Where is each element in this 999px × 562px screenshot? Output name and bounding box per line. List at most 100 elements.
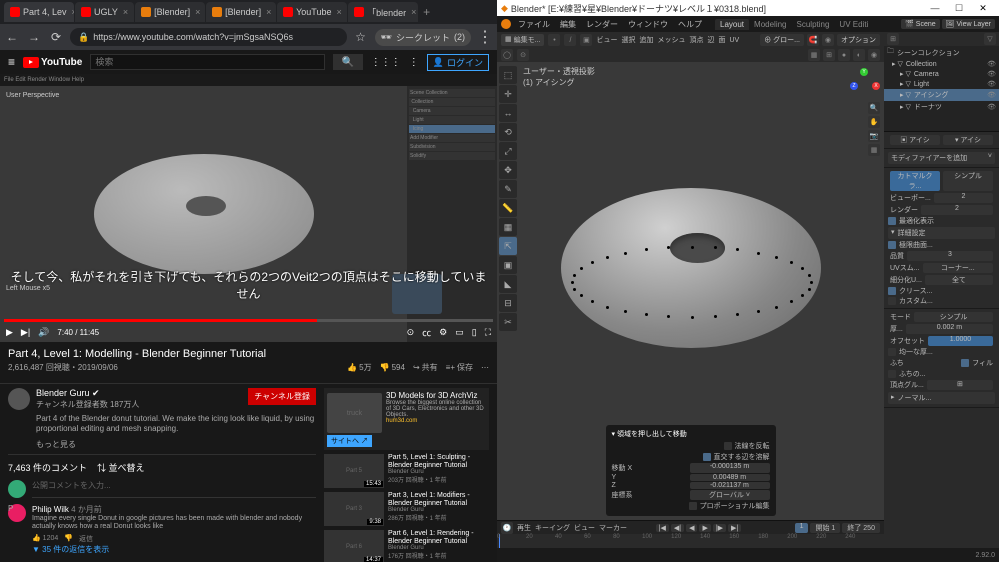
mesh-menu[interactable]: メッシュ: [657, 35, 685, 45]
maximize-button[interactable]: ☐: [947, 3, 971, 14]
search-button[interactable]: 🔍: [333, 54, 363, 70]
x-axis[interactable]: X: [872, 82, 880, 90]
view-menu[interactable]: ビュー: [596, 35, 617, 45]
reload-button[interactable]: ⟳: [48, 30, 64, 44]
outliner-icon[interactable]: ⊞: [887, 33, 899, 45]
menu-button[interactable]: ⋮: [477, 27, 493, 47]
close-icon[interactable]: ×: [72, 7, 74, 17]
transform-tool[interactable]: ✥: [499, 161, 517, 179]
advanced-disclosure[interactable]: ▾ 詳細設定: [888, 227, 995, 239]
zoom-icon[interactable]: 🔍: [868, 102, 880, 114]
viewport-levels[interactable]: 2: [934, 193, 993, 203]
breadcrumb[interactable]: ▣ アイシ: [890, 135, 940, 145]
play-button[interactable]: ▶: [6, 327, 13, 338]
visibility-icon[interactable]: 👁: [987, 103, 996, 111]
edge-select-icon[interactable]: /: [564, 34, 576, 46]
browser-tab[interactable]: YouTube×: [277, 2, 347, 22]
jump-start-icon[interactable]: |◀: [656, 524, 669, 532]
panel-title[interactable]: ▾ 領域を押し出して移動: [612, 429, 770, 439]
jump-end-icon[interactable]: ▶|: [728, 524, 741, 532]
close-icon[interactable]: ×: [195, 7, 200, 17]
quality-value[interactable]: 3: [907, 251, 993, 261]
operator-panel[interactable]: ▾ 領域を押し出して移動 法線を反転 直交する辺を溶解 移動 X-0.00013…: [606, 425, 776, 516]
solidify-mode[interactable]: シンプル: [914, 312, 993, 322]
theater-button[interactable]: ▯: [472, 327, 477, 338]
solid-shading-icon[interactable]: ●: [838, 49, 850, 61]
start-frame[interactable]: 開始 1: [810, 523, 840, 533]
comment-input[interactable]: 公開コメントを入力...: [32, 480, 316, 498]
workspace-tab[interactable]: Sculpting: [792, 19, 835, 30]
visibility-icon[interactable]: 👁: [987, 91, 996, 99]
y-value[interactable]: 0.00489 m: [690, 474, 770, 481]
workspace-tab[interactable]: UV Editi: [834, 19, 873, 30]
outliner-item[interactable]: 🗀シーンコレクション: [884, 46, 999, 59]
close-button[interactable]: ✕: [971, 3, 995, 14]
render-menu[interactable]: レンダー: [583, 19, 621, 30]
custom-check[interactable]: カスタム...: [888, 296, 995, 306]
snap-icon[interactable]: 🧲: [807, 34, 819, 46]
workspace-tab[interactable]: Modeling: [749, 19, 791, 30]
end-frame[interactable]: 終了 250: [842, 523, 880, 533]
overlays-icon[interactable]: ◯: [501, 49, 513, 61]
commenter-avatar[interactable]: P: [8, 504, 26, 522]
channel-avatar[interactable]: [8, 388, 30, 410]
play-reverse-icon[interactable]: ◀: [686, 524, 697, 532]
vertex-menu[interactable]: 頂点: [689, 35, 703, 45]
view-menu[interactable]: ビュー: [574, 523, 595, 533]
even-check[interactable]: 均一な厚...: [888, 347, 995, 357]
rotate-tool[interactable]: ⟲: [499, 123, 517, 141]
youtube-logo[interactable]: YouTube: [23, 57, 82, 68]
filter-icon[interactable]: ▽: [984, 33, 996, 45]
edit-menu[interactable]: 編集: [557, 19, 579, 30]
xray-icon[interactable]: ▦: [808, 49, 820, 61]
rendered-shading-icon[interactable]: ◉: [868, 49, 880, 61]
limit-surface-check[interactable]: 極限曲面...: [888, 240, 995, 250]
edge-menu[interactable]: 辺: [707, 35, 714, 45]
hamburger-icon[interactable]: ≡: [8, 55, 15, 69]
vertex-select-icon[interactable]: •: [548, 34, 560, 46]
browser-tab[interactable]: [Blender]×: [135, 2, 205, 22]
normals-disclosure[interactable]: ▸ ノーマル...: [888, 392, 995, 404]
timeline-ruler[interactable]: 020406080100120140160180200220240: [497, 534, 884, 548]
axis-gizmo[interactable]: X Y Z: [850, 68, 878, 96]
play-menu[interactable]: 再生: [517, 523, 531, 533]
ad-cta[interactable]: サイトへ ↗: [327, 435, 372, 447]
comment-reply[interactable]: 返信: [79, 534, 93, 544]
play-icon[interactable]: ▶: [699, 524, 710, 532]
mode-selector[interactable]: ▦ 編集モ...: [501, 34, 544, 46]
scale-tool[interactable]: ⤢: [499, 142, 517, 160]
subdiv-catmull[interactable]: カトマルクラ...: [890, 171, 940, 191]
options-dropdown[interactable]: オプション: [837, 34, 880, 46]
visibility-icon[interactable]: 👁: [987, 70, 996, 78]
like-button[interactable]: 👍5万: [347, 362, 371, 373]
render-levels[interactable]: 2: [921, 205, 993, 215]
volume-icon[interactable]: 🔊: [38, 327, 49, 338]
cursor-tool[interactable]: ✛: [499, 85, 517, 103]
ad-card[interactable]: truck 3D Models for 3D ArchViz Browse th…: [324, 388, 489, 450]
outliner-item[interactable]: ▸ ▽ Collection 👁: [884, 59, 999, 69]
current-frame[interactable]: 1: [795, 523, 809, 533]
view-replies[interactable]: ▼ 35 件の返信を表示: [32, 544, 316, 555]
close-icon[interactable]: ×: [123, 7, 128, 17]
timeline-icon[interactable]: 🕐: [501, 522, 513, 534]
star-button[interactable]: ☆: [353, 30, 369, 44]
vgroup-field[interactable]: ⊞: [927, 380, 993, 390]
outliner-item[interactable]: ▸ ▽ Light 👁: [884, 79, 999, 89]
save-button[interactable]: ≡+ 保存: [446, 362, 473, 373]
add-menu[interactable]: 追加: [639, 35, 653, 45]
extrude-tool[interactable]: ⇱: [499, 237, 517, 255]
browser-tab[interactable]: UGLY×: [75, 2, 134, 22]
workspace-tab[interactable]: Layout: [715, 19, 749, 30]
comment-like[interactable]: 👍 1204: [32, 534, 58, 544]
share-button[interactable]: ↪ 共有: [413, 362, 438, 373]
face-menu[interactable]: 面: [718, 35, 725, 45]
face-select-icon[interactable]: ▣: [580, 34, 592, 46]
uv-menu[interactable]: UV: [729, 37, 739, 44]
search-box[interactable]: [90, 54, 324, 70]
knife-tool[interactable]: ✂: [499, 313, 517, 331]
back-button[interactable]: ←: [4, 30, 20, 44]
browser-tab[interactable]: [Blender]×: [206, 2, 276, 22]
uv-smooth[interactable]: コーナー...: [923, 263, 993, 273]
add-modifier-dropdown[interactable]: モディファイアーを追加˅: [888, 152, 995, 164]
recommendation[interactable]: Part 39:38 Part 3, Level 1: Modifiers - …: [324, 492, 489, 526]
